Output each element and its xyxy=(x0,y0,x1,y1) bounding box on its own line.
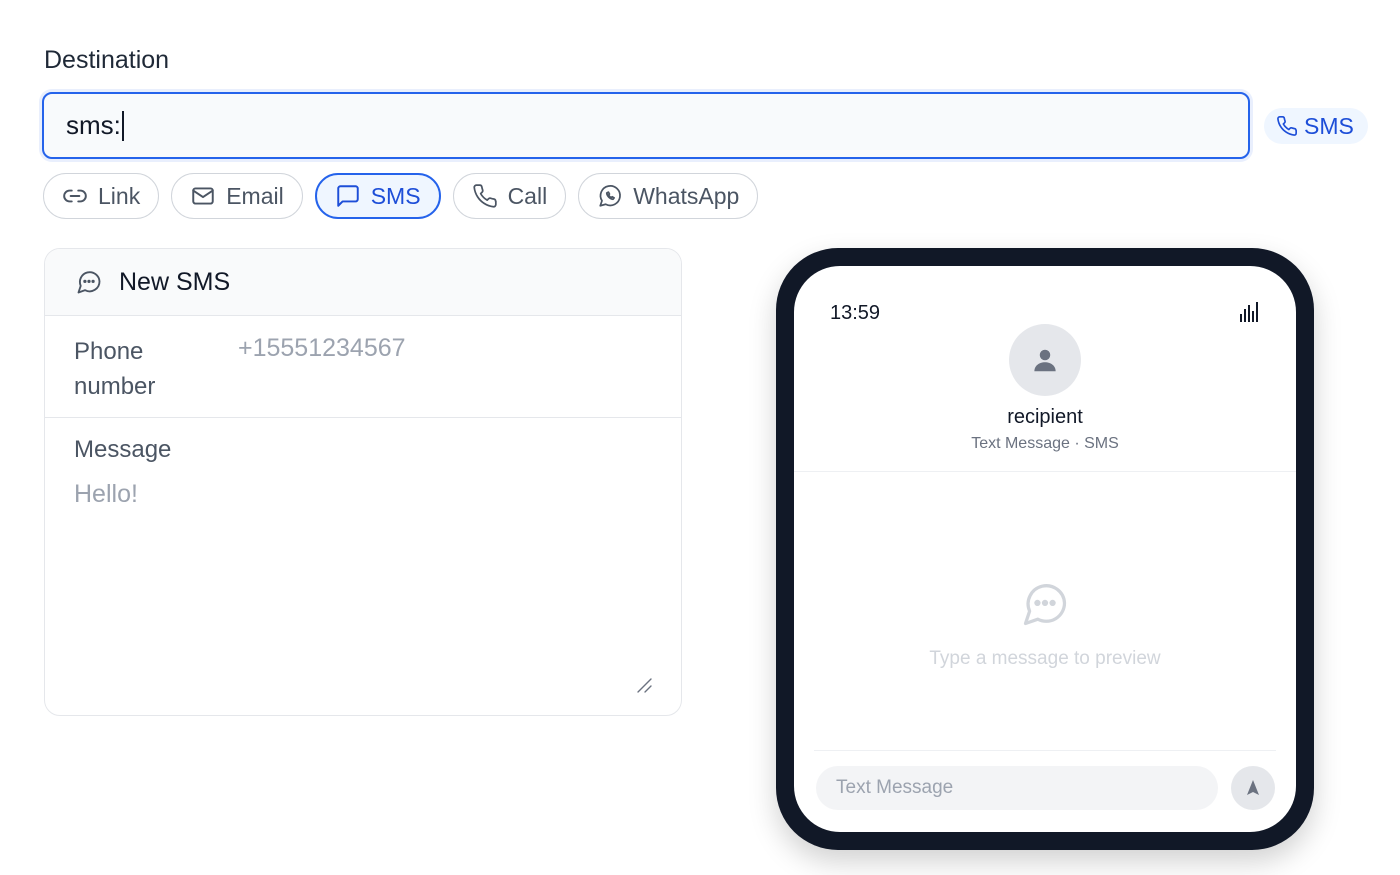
chip-link-label: Link xyxy=(98,182,141,209)
message-row: Message Hello! xyxy=(45,418,681,715)
chip-sms-label: SMS xyxy=(370,182,421,209)
thread-subtitle: Text Message · SMS xyxy=(971,435,1119,452)
sms-form-title: New SMS xyxy=(119,267,231,296)
recipient-avatar xyxy=(1009,324,1081,396)
chip-link[interactable]: Link xyxy=(43,173,160,219)
message-label: Message xyxy=(74,436,172,463)
signal-icon xyxy=(1240,302,1258,322)
link-icon xyxy=(63,189,87,203)
compose-input[interactable]: Text Message xyxy=(816,766,1218,810)
message-circle-icon xyxy=(77,271,101,294)
destination-input[interactable]: sms: xyxy=(42,92,1250,159)
destination-label: Destination xyxy=(44,46,170,74)
phone-screen: 13:59 recipient Text Message · SMS Type … xyxy=(794,266,1296,832)
destination-type-chips: Link Email SMS Call WhatsApp xyxy=(43,173,759,219)
detected-type-label: SMS xyxy=(1304,112,1354,139)
sms-form-card: New SMS Phone number +15551234567 Messag… xyxy=(44,248,682,716)
text-caret xyxy=(121,110,124,141)
send-arrow-icon xyxy=(1247,780,1259,795)
chip-call[interactable]: Call xyxy=(452,173,567,219)
send-button[interactable] xyxy=(1231,766,1275,810)
user-icon xyxy=(1034,349,1056,372)
empty-preview-text: Type a message to preview xyxy=(929,648,1161,669)
phone-icon xyxy=(1277,116,1297,136)
phone-number-input[interactable]: +15551234567 xyxy=(238,334,406,363)
message-textarea[interactable]: Hello! xyxy=(74,480,138,509)
recipient-name: recipient xyxy=(1007,406,1083,428)
chip-email-label: Email xyxy=(226,182,284,209)
mail-icon xyxy=(192,187,214,205)
phone-number-label: Phone number xyxy=(74,338,156,400)
detected-type-badge: SMS xyxy=(1264,108,1368,144)
chip-sms[interactable]: SMS xyxy=(314,173,441,219)
header-divider xyxy=(794,471,1296,472)
message-circle-icon xyxy=(1023,584,1067,626)
message-square-icon xyxy=(336,185,359,207)
phone-preview: 13:59 recipient Text Message · SMS Type … xyxy=(776,248,1314,850)
phone-icon xyxy=(472,184,497,208)
chip-whatsapp-label: WhatsApp xyxy=(633,182,740,209)
compose-divider xyxy=(814,750,1276,751)
sms-form-header: New SMS xyxy=(45,249,681,316)
status-bar-time: 13:59 xyxy=(830,302,881,324)
chip-call-label: Call xyxy=(507,182,548,209)
phone-number-row: Phone number +15551234567 xyxy=(45,316,681,418)
resize-handle-icon[interactable] xyxy=(635,676,653,694)
chip-whatsapp[interactable]: WhatsApp xyxy=(578,173,759,219)
whatsapp-icon xyxy=(599,185,622,207)
chip-email[interactable]: Email xyxy=(171,173,303,219)
destination-input-value: sms: xyxy=(66,110,121,140)
